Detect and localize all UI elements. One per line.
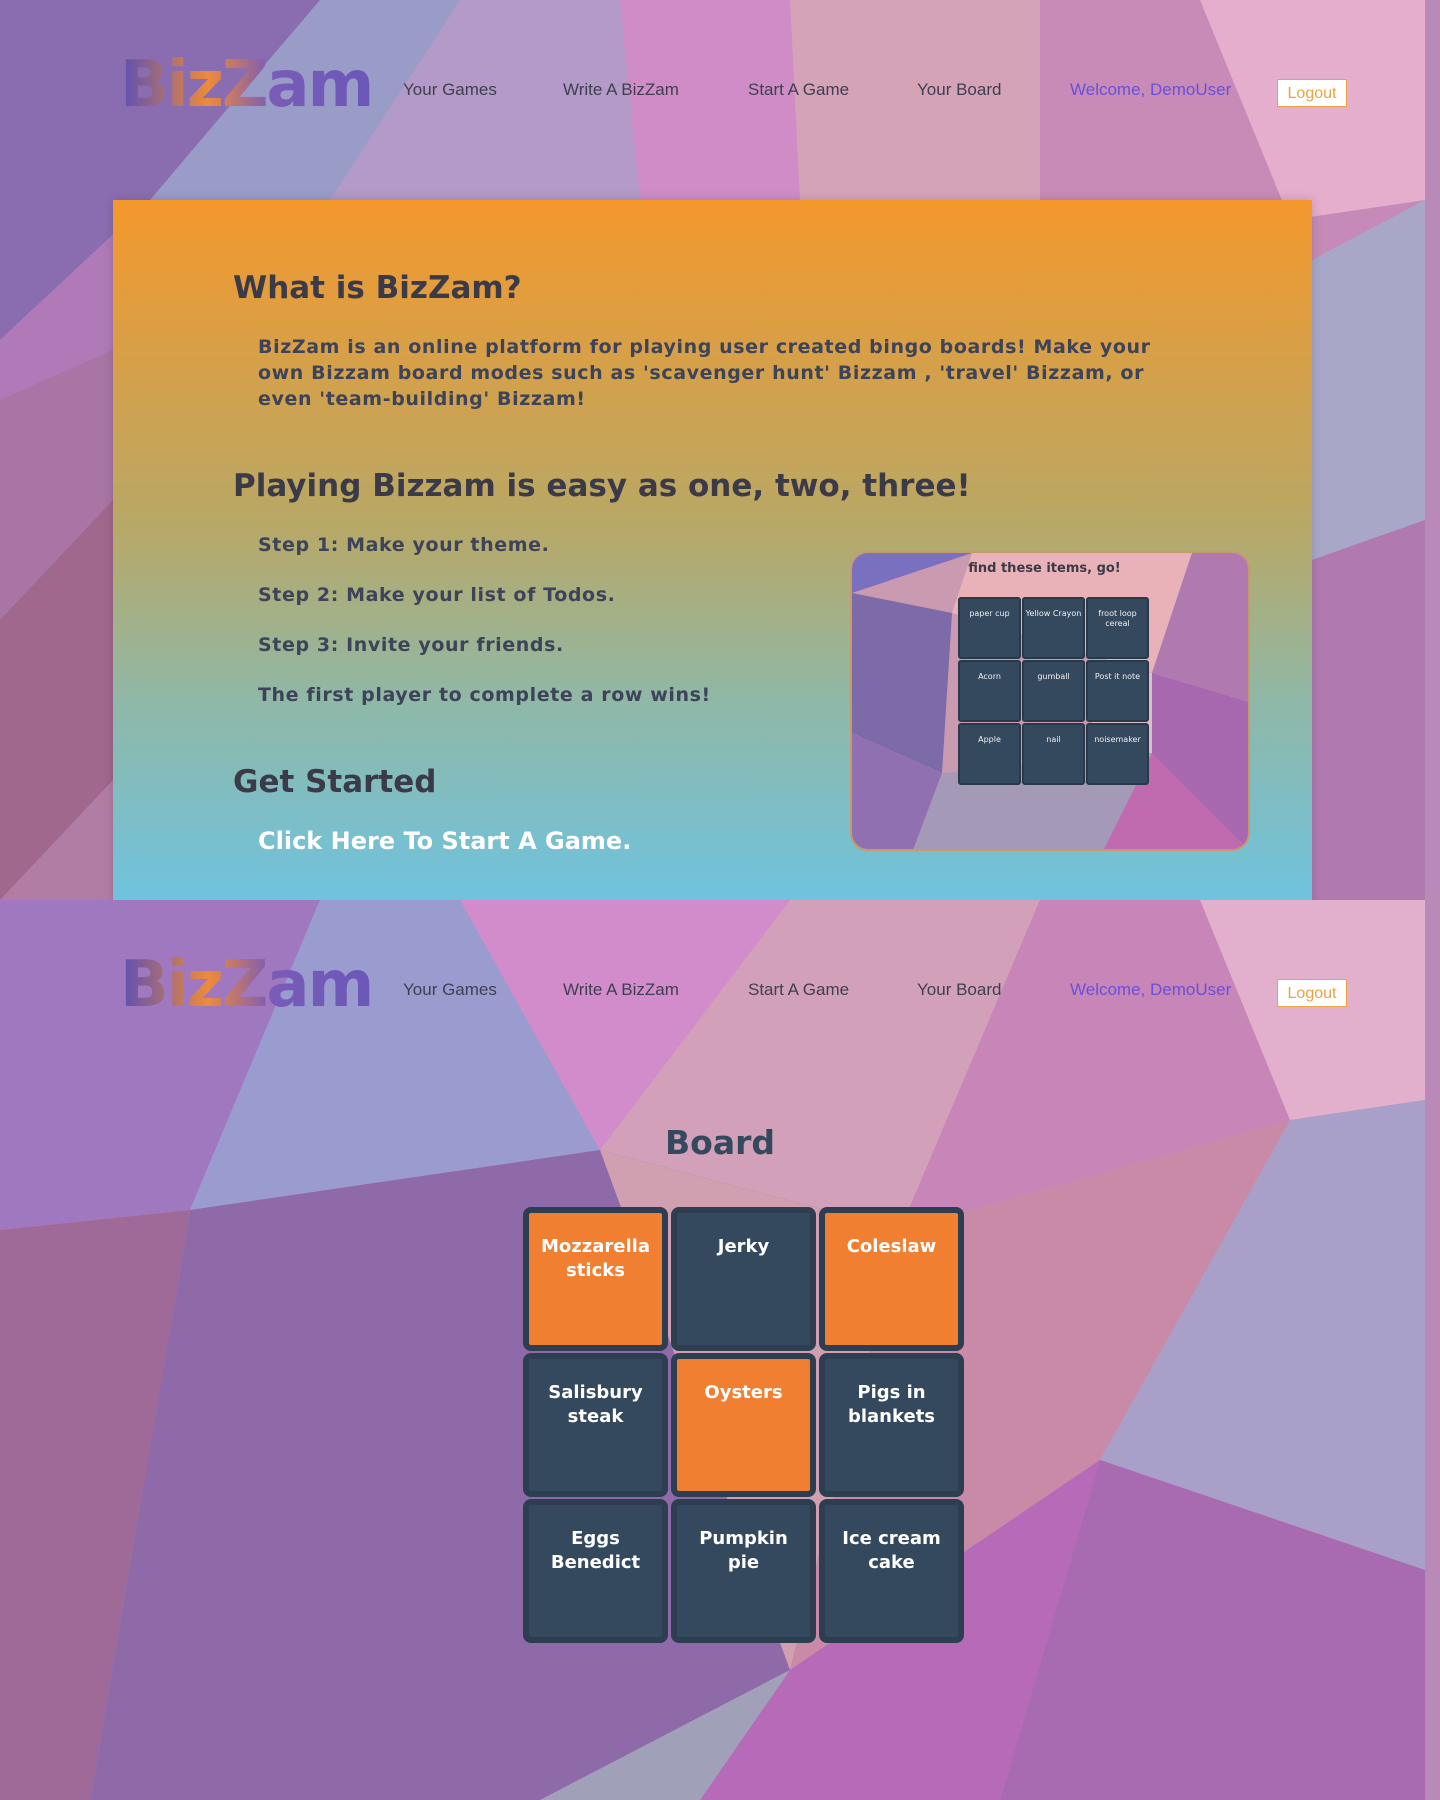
nav-your-board[interactable]: Your Board [917, 980, 1001, 1000]
logout-button[interactable]: Logout [1277, 979, 1347, 1007]
board-cell[interactable]: Ice cream cake [819, 1499, 964, 1643]
nav-start-a-game[interactable]: Start A Game [748, 80, 849, 100]
preview-cell: noisemaker [1086, 723, 1149, 785]
preview-cell: Yellow Crayon [1022, 597, 1085, 659]
preview-cell: Acorn [958, 660, 1021, 722]
bizzam-logo[interactable]: BizZam [120, 950, 374, 1020]
start-game-link[interactable]: Click Here To Start A Game. [258, 827, 631, 855]
board-cell[interactable]: Salisbury steak [523, 1353, 668, 1497]
board-screen: BizZam Your Games Write A BizZam Start A… [0, 900, 1425, 1800]
step-3: Step 3: Invite your friends. [258, 634, 564, 656]
preview-cell: paper cup [958, 597, 1021, 659]
nav-your-games[interactable]: Your Games [403, 80, 497, 100]
logout-button[interactable]: Logout [1277, 79, 1347, 107]
board-title: Board [665, 1123, 775, 1162]
win-rule: The first player to complete a row wins! [258, 684, 711, 706]
board-cell[interactable]: Eggs Benedict [523, 1499, 668, 1643]
home-screen: BizZam Your Games Write A BizZam Start A… [0, 0, 1425, 900]
intro-card: What is BizZam? BizZam is an online plat… [113, 200, 1312, 900]
nav-write-a-bizzam[interactable]: Write A BizZam [563, 80, 679, 100]
bizzam-logo[interactable]: BizZam [120, 50, 374, 120]
nav-your-games[interactable]: Your Games [403, 980, 497, 1000]
bingo-board: Mozzarella sticks Jerky Coleslaw Salisbury … [523, 1207, 968, 1644]
how-to-play-title: Playing Bizzam is easy as one, two, thre… [233, 468, 971, 504]
nav-write-a-bizzam[interactable]: Write A BizZam [563, 980, 679, 1000]
nav-your-board[interactable]: Your Board [917, 80, 1001, 100]
step-1: Step 1: Make your theme. [258, 534, 550, 556]
preview-title: find these items, go! [968, 561, 1121, 576]
board-cell[interactable]: Coleslaw [819, 1207, 964, 1351]
get-started-title: Get Started [233, 764, 437, 800]
preview-cell: Post it note [1086, 660, 1149, 722]
board-cell[interactable]: Mozzarella sticks [523, 1207, 668, 1351]
board-cell[interactable]: Pumpkin pie [671, 1499, 816, 1643]
nav-start-a-game[interactable]: Start A Game [748, 980, 849, 1000]
preview-cell: gumball [1022, 660, 1085, 722]
preview-cell: Apple [958, 723, 1021, 785]
preview-cell: nail [1022, 723, 1085, 785]
board-cell[interactable]: Pigs in blankets [819, 1353, 964, 1497]
board-preview-image: find these items, go! paper cup Yellow C… [850, 551, 1250, 851]
preview-cell: froot loop cereal [1086, 597, 1149, 659]
what-is-body: BizZam is an online platform for playing… [258, 336, 1151, 410]
board-cell[interactable]: Oysters [671, 1353, 816, 1497]
what-is-title: What is BizZam? [233, 270, 522, 306]
nav-welcome-user[interactable]: Welcome, DemoUser [1070, 980, 1231, 1000]
board-cell[interactable]: Jerky [671, 1207, 816, 1351]
nav-welcome-user[interactable]: Welcome, DemoUser [1070, 80, 1231, 100]
top-nav: BizZam Your Games Write A BizZam Start A… [0, 0, 1425, 190]
top-nav: BizZam Your Games Write A BizZam Start A… [0, 900, 1425, 1090]
preview-grid: paper cup Yellow Crayon froot loop cerea… [958, 597, 1153, 785]
step-2: Step 2: Make your list of Todos. [258, 584, 616, 606]
